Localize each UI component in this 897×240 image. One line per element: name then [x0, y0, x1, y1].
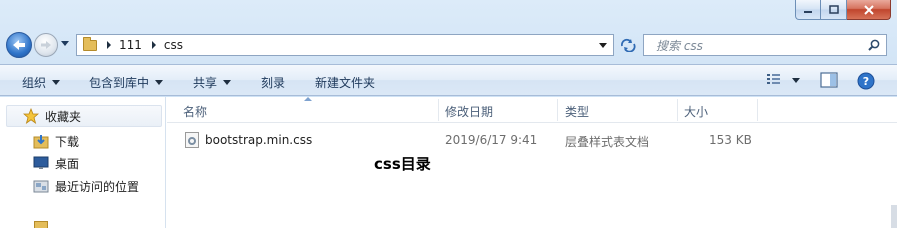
- sidebar-item-label: 桌面: [55, 156, 80, 171]
- share-label: 共享: [193, 76, 218, 90]
- new-folder-button[interactable]: 新建文件夹: [315, 74, 375, 91]
- back-button[interactable]: [6, 32, 32, 58]
- sidebar-item-label: 下载: [55, 134, 80, 149]
- share-menu[interactable]: 共享: [193, 74, 232, 91]
- explorer-window: 111 css 搜索 css 组织 包含到库中 共享 刻录 新建文件夹 ? 收藏…: [0, 0, 897, 228]
- search-placeholder: 搜索 css: [656, 38, 703, 53]
- chevron-down-icon: [155, 80, 164, 85]
- folder-icon: [83, 36, 97, 51]
- column-type[interactable]: 类型: [565, 103, 589, 120]
- maximize-button[interactable]: [821, 0, 847, 20]
- view-details-icon: [767, 74, 780, 84]
- svg-text:?: ?: [863, 75, 869, 88]
- star-icon: [23, 108, 39, 124]
- column-date-modified[interactable]: 修改日期: [445, 103, 493, 120]
- burn-button[interactable]: 刻录: [261, 74, 285, 91]
- forward-button[interactable]: [34, 33, 58, 57]
- new-folder-label: 新建文件夹: [315, 76, 376, 90]
- navigation-bar: 111 css 搜索 css: [0, 30, 897, 60]
- column-divider[interactable]: [677, 99, 678, 121]
- sort-ascending-icon: [304, 97, 312, 101]
- column-divider[interactable]: [757, 99, 758, 121]
- recent-pages-dropdown[interactable]: [61, 41, 69, 46]
- content-area: 收藏夹 下载 桌面 最近访问的位置 名称 修改日期 类型 大小 bootstra…: [0, 97, 897, 228]
- maximize-icon: [828, 4, 839, 14]
- refresh-button[interactable]: [616, 35, 640, 55]
- file-size: 153 KB: [709, 133, 752, 147]
- table-row[interactable]: bootstrap.min.css 2019/6/17 9:41 层叠样式表文档…: [167, 129, 897, 151]
- command-bar: 组织 包含到库中 共享 刻录 新建文件夹 ?: [0, 64, 897, 96]
- sidebar-item-label: 收藏夹: [45, 109, 82, 124]
- folder-icon: [34, 221, 48, 228]
- sidebar-item-desktop[interactable]: 桌面: [33, 152, 79, 174]
- column-divider[interactable]: [438, 99, 439, 121]
- include-in-library-label: 包含到库中: [89, 76, 150, 90]
- navigation-pane: 收藏夹 下载 桌面 最近访问的位置: [0, 97, 166, 228]
- breadcrumb-111[interactable]: 111: [119, 38, 142, 52]
- arrow-right-icon: [41, 41, 51, 49]
- sidebar-item-label: 最近访问的位置: [55, 179, 140, 194]
- breadcrumb-css[interactable]: css: [164, 38, 183, 52]
- css-file-icon: [185, 132, 199, 148]
- refresh-icon: [620, 38, 636, 52]
- desktop-icon: [33, 155, 49, 171]
- file-name: bootstrap.min.css: [205, 133, 313, 147]
- chevron-down-icon: [52, 80, 61, 85]
- change-view-button[interactable]: [766, 72, 782, 86]
- download-folder-icon: [33, 133, 49, 149]
- column-headers: 名称 修改日期 类型 大小: [167, 97, 897, 123]
- chevron-right-icon[interactable]: [151, 41, 156, 49]
- file-date-modified: 2019/6/17 9:41: [445, 133, 538, 147]
- search-box[interactable]: 搜索 css: [643, 34, 887, 56]
- organize-menu[interactable]: 组织: [22, 74, 61, 91]
- annotation-label: css目录: [374, 155, 431, 173]
- address-history-dropdown[interactable]: [599, 43, 607, 48]
- organize-label: 组织: [22, 76, 47, 90]
- help-icon: ?: [857, 72, 875, 90]
- include-in-library-menu[interactable]: 包含到库中: [89, 74, 164, 91]
- column-divider[interactable]: [557, 99, 558, 121]
- view-options-dropdown[interactable]: [792, 78, 800, 83]
- caption-buttons: [795, 0, 891, 20]
- minimize-icon: [804, 10, 812, 13]
- arrow-left-icon: [13, 40, 25, 50]
- preview-pane-icon: [820, 72, 838, 88]
- column-size[interactable]: 大小: [684, 103, 708, 120]
- sidebar-item-favorites[interactable]: 收藏夹: [6, 105, 162, 127]
- chevron-down-icon: [223, 80, 232, 85]
- column-name[interactable]: 名称: [183, 103, 207, 120]
- address-bar[interactable]: 111 css: [76, 34, 614, 56]
- recent-places-icon: [33, 178, 49, 194]
- file-type: 层叠样式表文档: [565, 135, 650, 149]
- close-button[interactable]: [847, 0, 891, 20]
- file-list-pane: 名称 修改日期 类型 大小 bootstrap.min.css 2019/6/1…: [167, 97, 897, 228]
- burn-label: 刻录: [261, 76, 286, 90]
- help-button[interactable]: ?: [857, 72, 875, 90]
- search-icon[interactable]: [868, 39, 880, 51]
- scrollbar[interactable]: [891, 205, 897, 228]
- preview-pane-button[interactable]: [820, 72, 838, 88]
- close-icon: [863, 4, 874, 15]
- chevron-right-icon[interactable]: [107, 41, 111, 49]
- minimize-button[interactable]: [795, 0, 821, 20]
- sidebar-item-recent-places[interactable]: 最近访问的位置: [33, 175, 139, 197]
- sidebar-item-downloads[interactable]: 下载: [33, 130, 79, 152]
